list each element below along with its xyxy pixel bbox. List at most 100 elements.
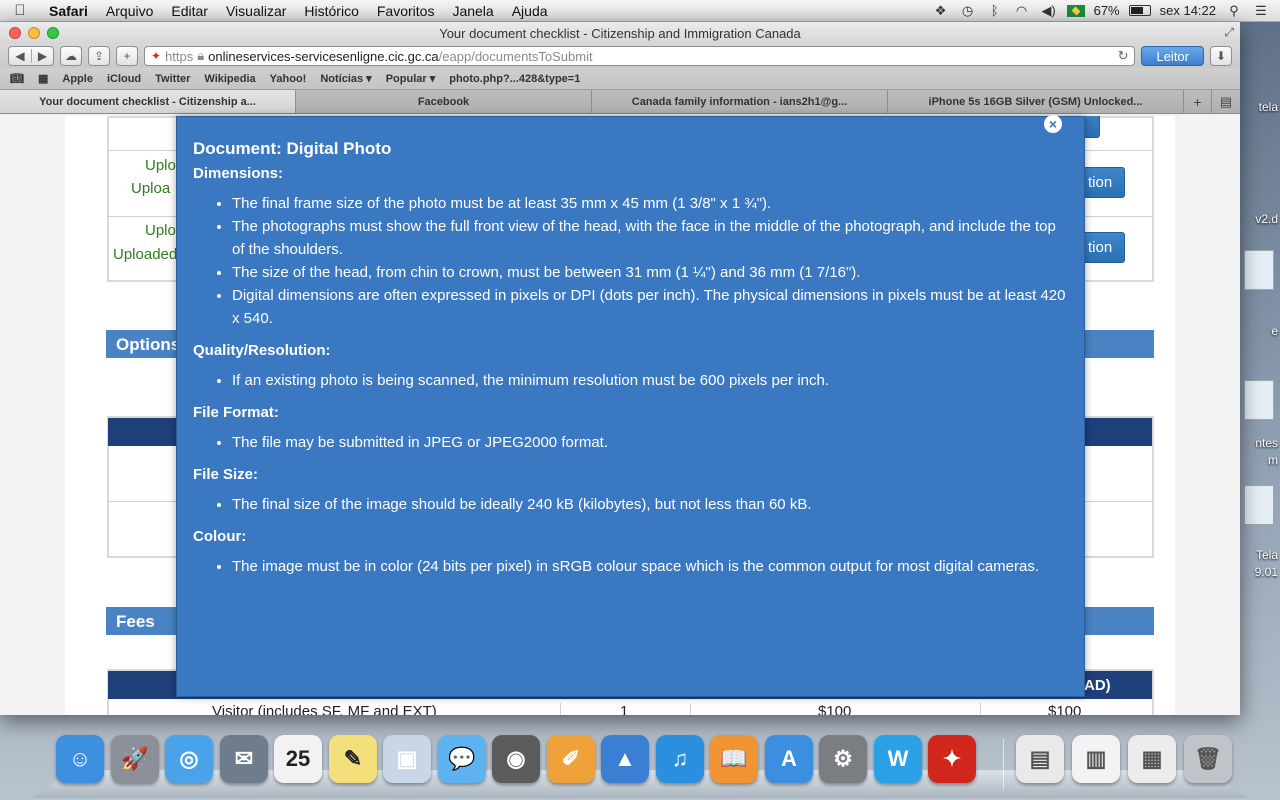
safari-icon[interactable]: ◎ [165,735,213,783]
share-icon[interactable]: ⇪ [88,46,110,66]
bookmark-item[interactable]: Yahoo! [270,73,307,85]
bookmark-item[interactable]: Popular ▾ [386,72,436,85]
preview-icon[interactable]: ▣ [383,735,431,783]
fullscreen-icon[interactable]: ⤢ [1224,25,1234,40]
fee-row-qty: 1 [620,703,629,715]
bookmark-item[interactable]: Wikipedia [204,73,255,85]
bookmark-item[interactable]: Notícias ▾ [320,72,371,85]
desktop-label[interactable]: 9.01 [1236,565,1280,579]
section-heading: File Size: [193,466,259,483]
menu-ajuda[interactable]: Ajuda [503,3,557,19]
back-button[interactable]: ◀ [9,49,31,63]
desktop-label[interactable]: ntes [1236,436,1280,450]
section-heading: Quality/Resolution: [193,342,331,359]
itunes-icon[interactable]: ♫ [656,735,704,783]
battery-percent[interactable]: 67% [1094,3,1120,18]
bookmark-item[interactable]: iCloud [107,73,141,85]
desktop-label[interactable]: e [1236,324,1280,338]
fee-row: Visitor (includes SF, MF and EXT) 1 $100… [108,703,1152,715]
list-item: The file may be submitted in JPEG or JPE… [232,431,1068,454]
pages-icon[interactable]: ✐ [547,735,595,783]
wifi-icon[interactable]: ◠ [1013,3,1031,18]
launchpad-icon[interactable]: 🚀 [111,735,159,783]
battery-icon[interactable] [1128,5,1151,16]
desktop-file-icon[interactable] [1244,250,1274,290]
back-forward-buttons: ◀ ▶ [8,46,54,66]
volume-icon[interactable]: ◀) [1040,3,1058,18]
status-area: ❖ ◷ ᛒ ◠ ◀) 67% sex 14:22 ⚲ ☰ [932,3,1280,19]
fee-row-label: Visitor (includes SF, MF and EXT) [212,703,437,715]
browser-toolbar: ◀ ▶ ☁ ⇪ + ✦ https 🔒︎ onlineservices-servi… [0,44,1240,68]
address-bar[interactable]: ✦ https 🔒︎ onlineservices-servicesenlign… [144,46,1136,66]
tab-canada-family[interactable]: Canada family information - ians2h1@g... [592,90,888,113]
menu-arquivo[interactable]: Arquivo [97,3,162,19]
close-window-button[interactable] [9,27,21,39]
icloud-tabs-icon[interactable]: ☁ [60,46,82,66]
stickies-icon[interactable]: ✎ [329,735,377,783]
notification-list-icon[interactable]: ☰ [1252,3,1270,18]
acrobat-icon[interactable]: ✦ [928,735,976,783]
url-path: /eapp/documentsToSubmit [438,48,593,64]
add-bookmark-icon[interactable]: + [116,46,138,66]
messages-icon[interactable]: 💬 [438,735,486,783]
menu-app-name[interactable]: Safari [40,3,97,19]
close-icon[interactable]: × [1044,115,1062,133]
ibooks-icon[interactable]: 📖 [710,735,758,783]
downloads-stack-icon[interactable]: ▥ [1072,735,1120,783]
desktop-file-icon[interactable] [1244,380,1274,420]
bookmark-item[interactable]: Apple [62,73,93,85]
apple-menu-icon[interactable]:  [0,2,40,19]
tab-overview-icon[interactable]: ▤ [1212,90,1240,113]
clock[interactable]: sex 14:22 [1160,3,1216,18]
bluetooth-icon[interactable]: ᛒ [986,3,1004,18]
desktop-label[interactable]: v2.d [1236,212,1280,226]
dropbox-icon[interactable]: ❖ [932,3,950,18]
section-list: If an existing photo is being scanned, t… [193,369,1068,392]
section-list: The final size of the image should be id… [193,493,1068,516]
word-icon[interactable]: W [874,735,922,783]
time-machine-icon[interactable]: ◷ [959,3,977,18]
system-preferences-icon[interactable]: ⚙ [819,735,867,783]
documents-stack-icon[interactable]: ▤ [1016,735,1064,783]
zoom-window-button[interactable] [47,27,59,39]
upload-status: Uplo [145,157,176,174]
downloads-icon[interactable]: ⬇ [1210,46,1232,66]
minimize-window-button[interactable] [28,27,40,39]
menu-editar[interactable]: Editar [162,3,217,19]
desktop-file-icon[interactable] [1244,485,1274,525]
reading-list-icon[interactable]: 📖︎ [10,72,24,85]
mail-icon[interactable]: ✉ [220,735,268,783]
desktop-label[interactable]: tela [1236,100,1280,114]
desktop-label[interactable]: m [1236,453,1280,467]
calendar-icon[interactable]: 25 [274,735,322,783]
tab-iphone[interactable]: iPhone 5s 16GB Silver (GSM) Unlocked... [888,90,1184,113]
app-store-icon[interactable]: A [765,735,813,783]
menu-favoritos[interactable]: Favoritos [368,3,444,19]
section-list: The image must be in color (24 bits per … [193,555,1068,578]
forward-button[interactable]: ▶ [31,49,53,63]
list-item: The final frame size of the photo must b… [232,192,1068,215]
dock-separator [1003,739,1004,789]
bookmark-item[interactable]: photo.php?...428&type=1 [449,73,580,85]
finder-icon[interactable]: ☺ [56,735,104,783]
title-bar: Your document checklist - Citizenship an… [0,22,1240,44]
tab-document-checklist[interactable]: Your document checklist - Citizenship a.… [0,90,296,113]
files-stack-icon[interactable]: ▦ [1128,735,1176,783]
menu-visualizar[interactable]: Visualizar [217,3,295,19]
reload-icon[interactable]: ↻ [1118,48,1129,64]
reader-button[interactable]: Leitor [1141,46,1204,66]
trash-icon[interactable]: 🗑 [1184,735,1232,783]
menu-janela[interactable]: Janela [443,3,502,19]
menu-historico[interactable]: Histórico [295,3,367,19]
desktop-label[interactable]: Tela [1236,548,1280,562]
bookmark-item[interactable]: Twitter [155,73,190,85]
top-sites-icon[interactable]: ▦ [38,72,48,85]
dock: ☺ 🚀 ◎ ✉ 25 ✎ ▣ 💬 ◉ ✐ ▲ ♫ 📖 A ⚙ W ✦ ▤ ▥ ▦ 🗑 [0,715,1280,800]
tab-facebook[interactable]: Facebook [296,90,592,113]
list-item: If an existing photo is being scanned, t… [232,369,1068,392]
brazil-flag-icon[interactable] [1066,4,1085,17]
keynote-icon[interactable]: ▲ [601,735,649,783]
spotlight-icon[interactable]: ⚲ [1225,3,1243,18]
facetime-icon[interactable]: ◉ [492,735,540,783]
new-tab-button[interactable]: + [1184,90,1212,113]
